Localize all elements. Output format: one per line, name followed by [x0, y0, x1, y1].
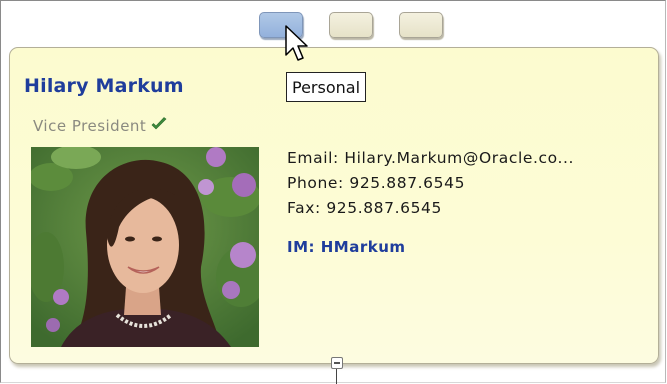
- tab-3[interactable]: [399, 12, 443, 38]
- contact-photo: [31, 147, 259, 347]
- job-title: Vice President: [33, 117, 147, 135]
- collapse-toggle[interactable]: [331, 357, 343, 369]
- email-line[interactable]: Email: Hilary.Markum@Oracle.co...: [287, 149, 574, 167]
- fax-line: Fax: 925.887.6545: [287, 199, 442, 217]
- contact-name[interactable]: Hilary Markum: [24, 75, 184, 97]
- job-title-row: Vice President: [33, 117, 167, 135]
- connector-line: [336, 369, 337, 384]
- mouse-cursor-icon: [284, 25, 310, 69]
- tooltip-personal: Personal: [286, 72, 367, 102]
- phone-line: Phone: 925.887.6545: [287, 174, 466, 192]
- checkmark-icon: [151, 117, 167, 135]
- im-link[interactable]: IM: HMarkum: [287, 238, 406, 256]
- tab-2[interactable]: [329, 12, 373, 38]
